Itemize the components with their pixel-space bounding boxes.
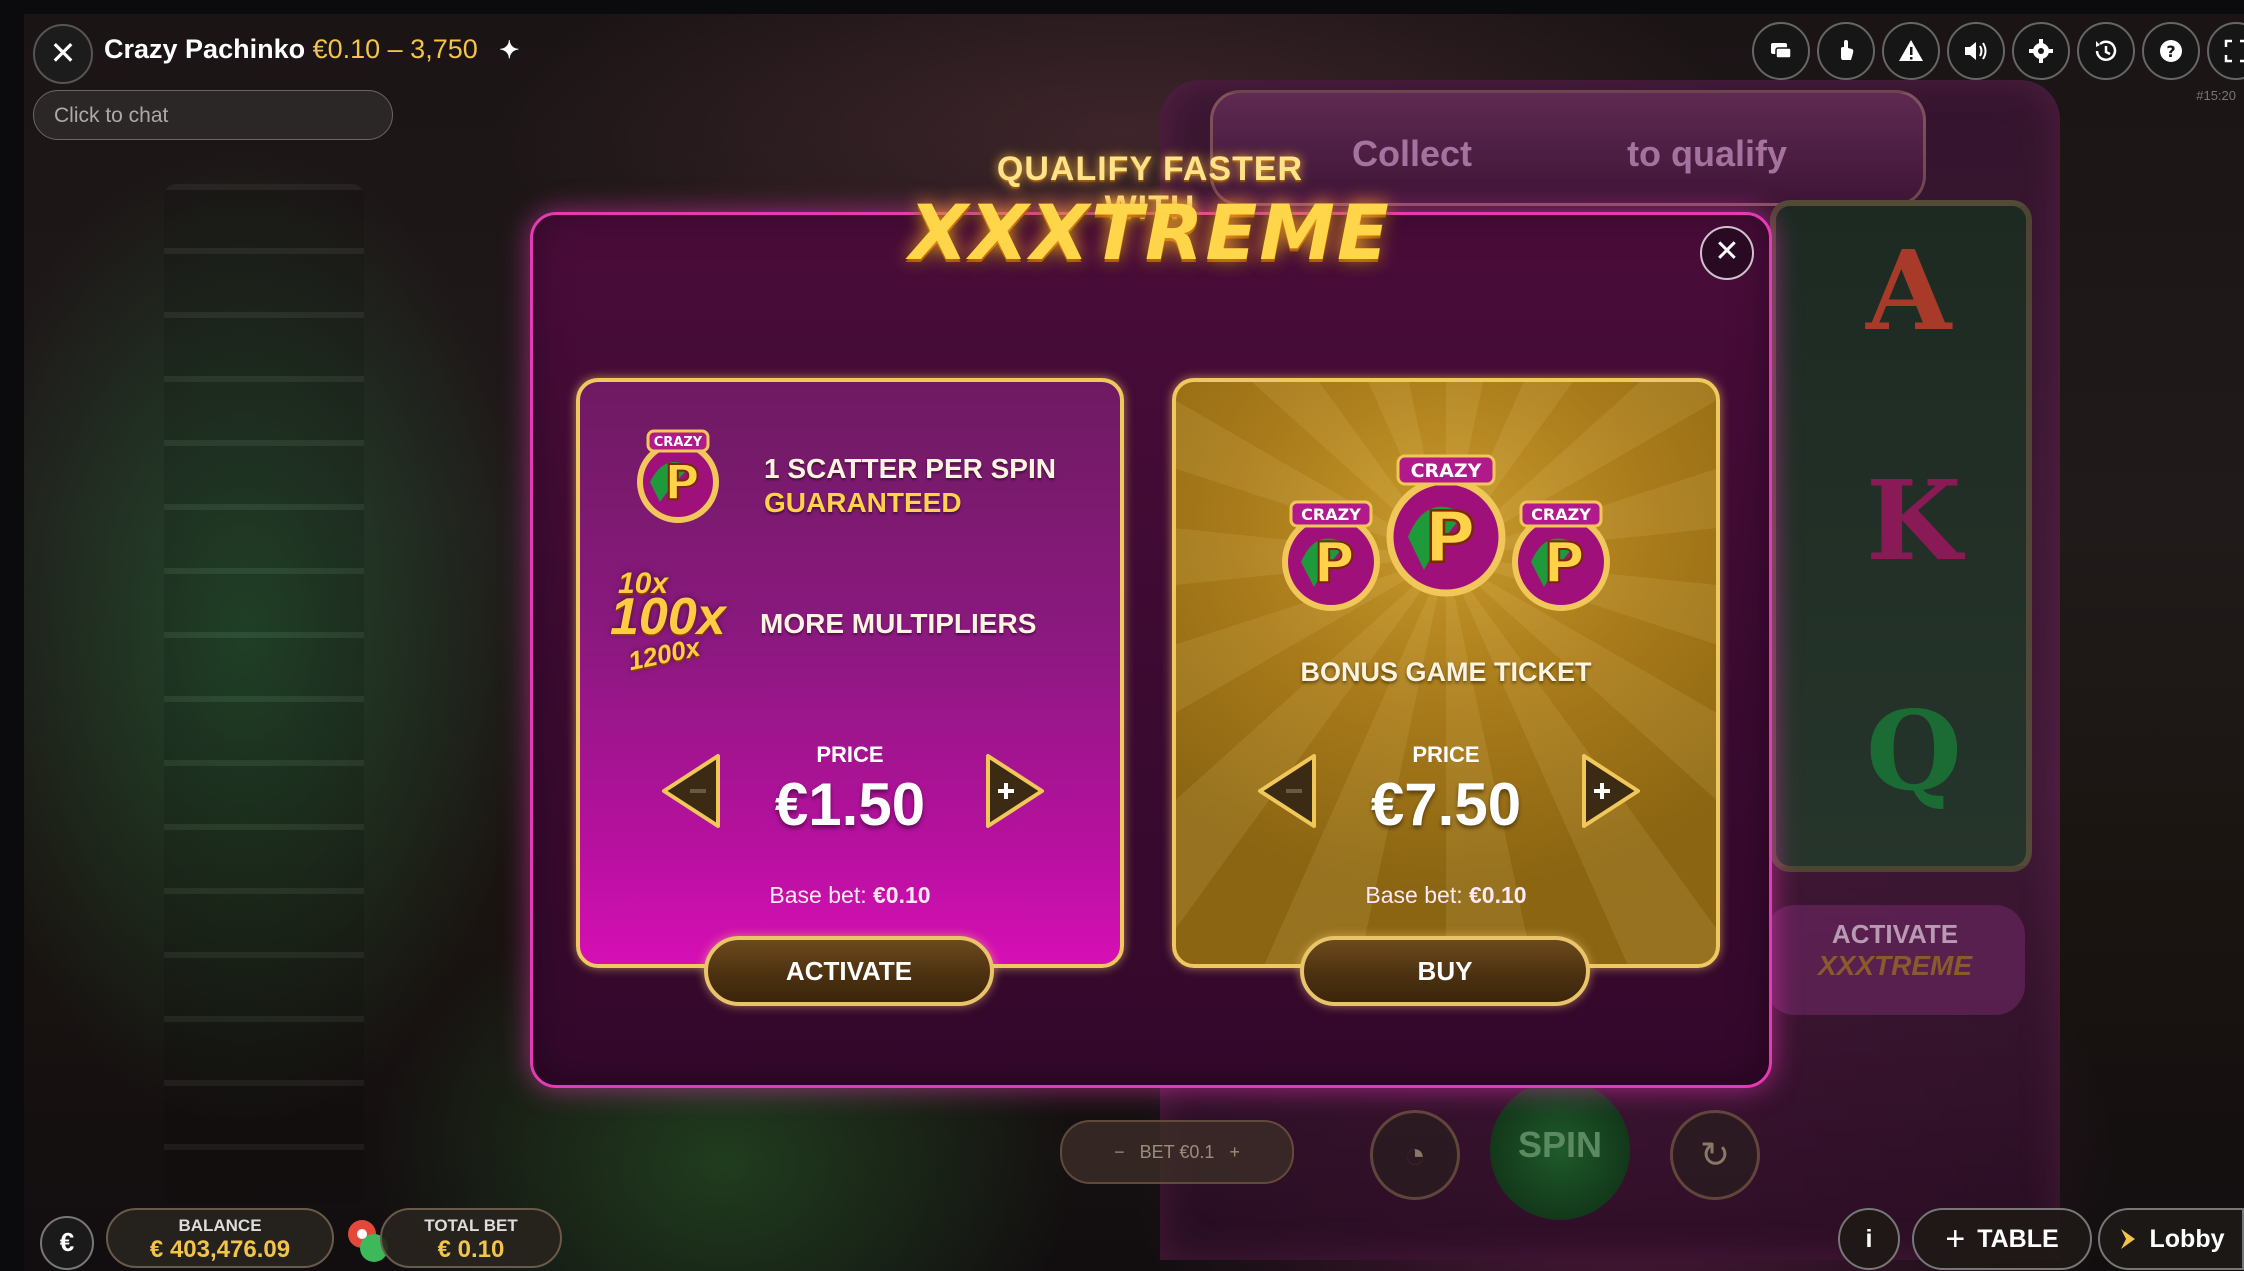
- balance-box: BALANCE € 403,476.09: [106, 1208, 334, 1268]
- lobby-button[interactable]: Lobby: [2098, 1208, 2244, 1270]
- feature-scatter: 1 SCATTER PER SPIN GUARANTEED: [764, 452, 1056, 520]
- price-decrease-icon[interactable]: [660, 752, 722, 830]
- svg-text:?: ?: [2166, 42, 2175, 61]
- close-modal-button[interactable]: ✕: [1700, 226, 1754, 280]
- total-bet-value: € 0.10: [437, 1236, 505, 1263]
- table-button[interactable]: + TABLE: [1912, 1208, 2092, 1270]
- background-activate-sub: XXXTREME: [1817, 950, 1973, 981]
- total-bet-box: TOTAL BET € 0.10: [380, 1208, 562, 1268]
- table-label: TABLE: [1977, 1224, 2059, 1253]
- game-title: Crazy Pachinko €0.10 – 3,750 ✦: [104, 34, 519, 65]
- help-icon[interactable]: ?: [2142, 22, 2200, 80]
- stake-range: €0.10 – 3,750: [312, 34, 478, 64]
- autoplay-icon: ↻: [1670, 1110, 1760, 1200]
- reel-symbol: A: [1866, 226, 1952, 355]
- chat-icon[interactable]: [1752, 22, 1810, 80]
- volume-icon[interactable]: [1947, 22, 2005, 80]
- bg-bet-plus: +: [1229, 1142, 1240, 1162]
- activate-button[interactable]: ACTIVATE: [704, 936, 994, 1006]
- scatter-coin-letter: P: [664, 455, 699, 511]
- background-activate-button: ACTIVATE XXXTREME: [1765, 905, 2025, 1015]
- bg-bet-label: BET: [1139, 1142, 1175, 1162]
- price-decrease-icon[interactable]: [1256, 752, 1318, 830]
- lobby-label: Lobby: [2149, 1224, 2225, 1253]
- warning-icon[interactable]: [1882, 22, 1940, 80]
- qualify-label: to qualify: [1627, 133, 1788, 174]
- settings-icon[interactable]: [2012, 22, 2070, 80]
- lobby-arrow-icon: [2120, 1229, 2135, 1249]
- bonus-coins-icon: P CRAZY P CRAZY P CRAZY: [1282, 454, 1610, 611]
- base-bet-value: €0.10: [873, 882, 931, 908]
- bonus-ticket-card: P CRAZY P CRAZY P CRAZY BONUS GAME TICKE…: [1172, 378, 1720, 968]
- background-bet-stepper: − BET €0.1 +: [1060, 1120, 1294, 1184]
- reel-background: A K Q: [1770, 200, 2032, 872]
- background-activate-label: ACTIVATE: [1831, 919, 1959, 949]
- coin-left: P CRAZY: [1282, 500, 1380, 611]
- coin-left-letter: P: [1313, 531, 1354, 596]
- collect-banner: Collect to qualify: [1352, 133, 1787, 175]
- chat-input[interactable]: Click to chat: [33, 90, 393, 140]
- hand-icon[interactable]: [1817, 22, 1875, 80]
- coin-center-letter: P: [1424, 497, 1475, 579]
- session-id: #15:20: [2196, 88, 2236, 103]
- price-increase-icon[interactable]: [984, 752, 1046, 830]
- info-button[interactable]: i: [1838, 1208, 1900, 1270]
- speed-icon: ◔: [1370, 1110, 1460, 1200]
- close-game-button[interactable]: ✕: [33, 24, 93, 84]
- collect-label: Collect: [1352, 133, 1473, 174]
- pin-icon[interactable]: ✦: [499, 36, 519, 65]
- multipliers-icon: 10x 100x 1200x: [610, 567, 726, 677]
- total-bet-label: TOTAL BET: [424, 1216, 518, 1235]
- reel-symbol: K: [1866, 456, 1962, 585]
- coin-center: P CRAZY: [1386, 454, 1506, 597]
- coin-right: P CRAZY: [1512, 500, 1610, 611]
- feature-scatter-line1: 1 SCATTER PER SPIN: [764, 453, 1056, 484]
- coin-right-text: CRAZY: [1531, 505, 1591, 524]
- xxxtreme-logo: XXXTREME: [909, 188, 1391, 277]
- base-bet-label: Base bet:: [769, 882, 867, 908]
- plus-icon: +: [1945, 1219, 1966, 1258]
- bg-bet-value: €0.1: [1179, 1142, 1215, 1162]
- buy-button[interactable]: BUY: [1300, 936, 1590, 1006]
- feature-multipliers: MORE MULTIPLIERS: [760, 608, 1037, 639]
- bonus-ticket-title: BONUS GAME TICKET: [1300, 657, 1592, 687]
- info-icon: i: [1865, 1224, 1873, 1253]
- price-increase-icon[interactable]: [1580, 752, 1642, 830]
- base-bet-label: Base bet:: [1365, 882, 1463, 908]
- reel-symbol: Q: [1866, 686, 1962, 815]
- balance-value: € 403,476.09: [149, 1236, 291, 1263]
- xxxtreme-offer-card: P CRAZY 1 SCATTER PER SPIN GUARANTEED 10…: [576, 378, 1124, 968]
- coin-left-text: CRAZY: [1301, 505, 1361, 524]
- background-spin-button: SPIN: [1490, 1080, 1630, 1220]
- balance-label: BALANCE: [178, 1216, 262, 1235]
- coin-right-letter: P: [1543, 531, 1584, 596]
- base-bet: Base bet: €0.10: [1176, 882, 1716, 909]
- history-icon[interactable]: [2077, 22, 2135, 80]
- base-bet-value: €0.10: [1469, 882, 1527, 908]
- currency-button[interactable]: €: [40, 1216, 94, 1270]
- scatter-coin-text: CRAZY: [654, 435, 703, 450]
- background-controls: − BET €0.1 + ◔ SPIN ↻: [1040, 1080, 1800, 1220]
- scatter-coin-icon: P CRAZY: [637, 429, 719, 523]
- feature-scatter-line2: GUARANTEED: [764, 487, 962, 518]
- pachinko-tower: [164, 184, 364, 1204]
- game-name: Crazy Pachinko: [104, 34, 306, 64]
- bg-bet-minus: −: [1114, 1142, 1125, 1162]
- coin-center-text: CRAZY: [1411, 460, 1482, 482]
- base-bet: Base bet: €0.10: [580, 882, 1120, 909]
